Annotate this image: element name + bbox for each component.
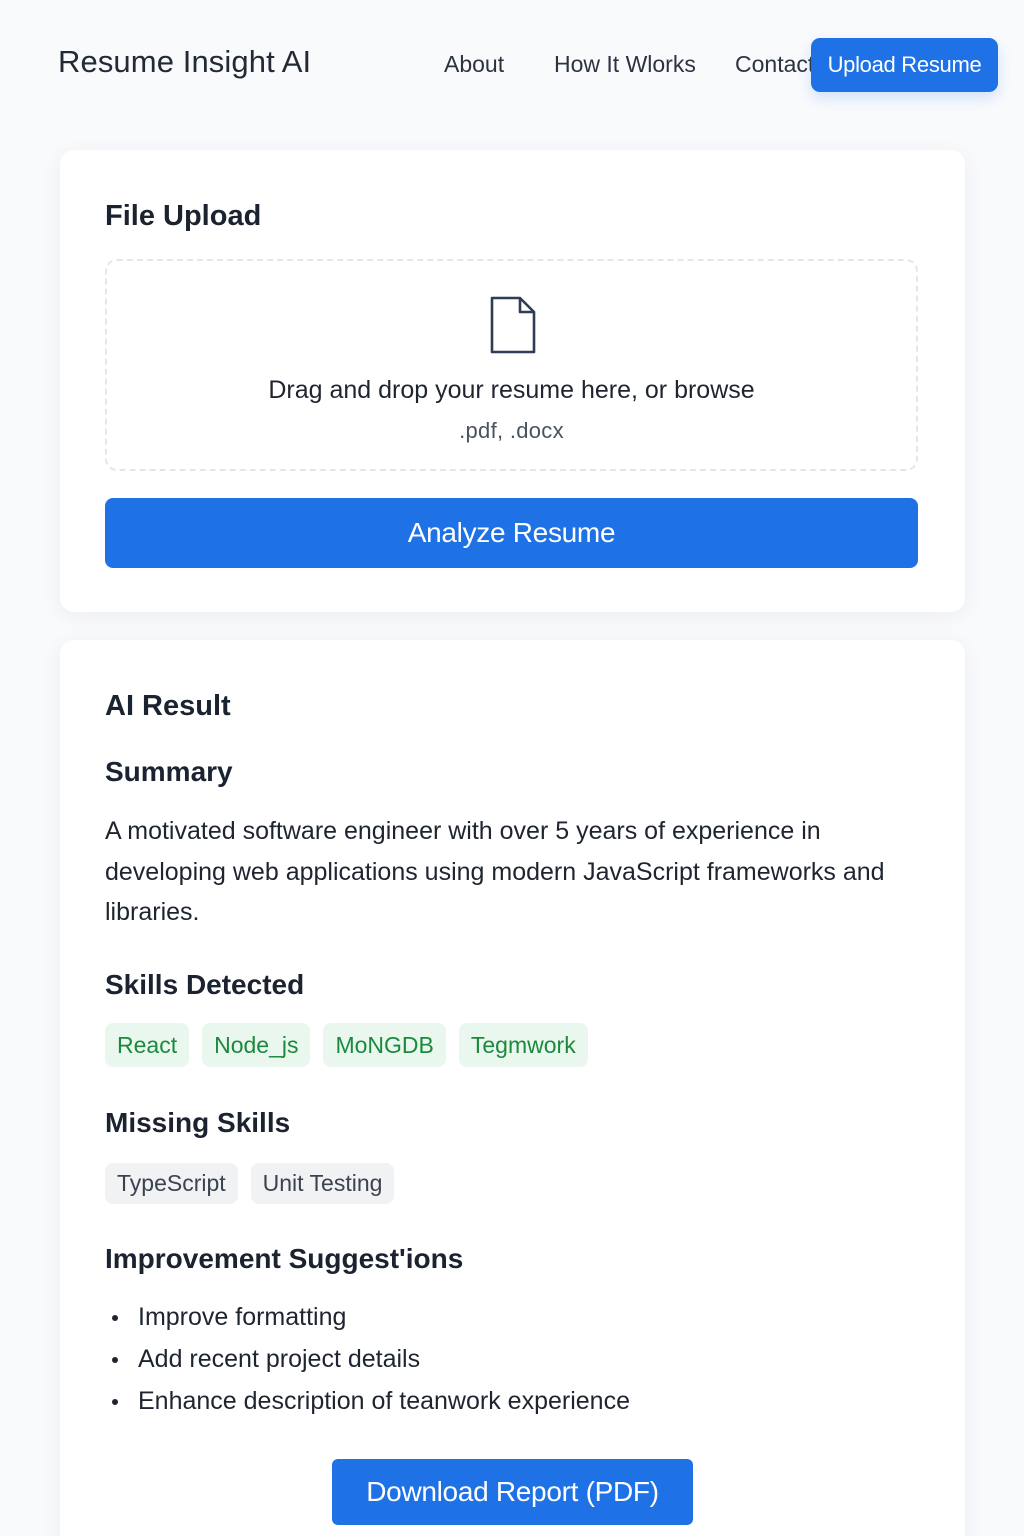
improvement-suggestions-heading: Improvement Suggest'ions [105,1243,464,1274]
upload-resume-button[interactable]: Upload Resume [811,38,998,92]
suggestion-item: Add recent project details [105,1338,630,1380]
top-nav: Resume Insight AI About How It Wlorks Co… [0,0,1024,120]
download-report-button[interactable]: Download Report (PDF) [332,1459,693,1525]
nav-link-about[interactable]: About [444,51,504,78]
ai-result-card: AI Result Summary A motivated software e… [60,640,965,1536]
brand-title: Resume Insight AI [58,44,312,79]
missing-skills-list: TypeScript Unit Testing [105,1163,395,1204]
dropzone-instructions: Drag and drop your resume here, or brows… [268,376,755,404]
skills-detected-heading: Skills Detected [105,969,305,1000]
nav-link-contact[interactable]: Contact [735,51,815,78]
page: Resume Insight AI About How It Wlorks Co… [0,0,1024,1536]
analyze-resume-button[interactable]: Analyze Resume [105,498,918,568]
missing-skill-chip: TypeScript [105,1163,238,1204]
resume-dropzone[interactable]: Drag and drop your resume here, or brows… [105,259,918,471]
file-upload-card: File Upload Drag and drop your resume he… [60,150,965,612]
skill-chip: React [105,1023,190,1067]
suggestion-item: Improve formatting [105,1296,630,1338]
skill-chip: MoNGDB [323,1023,446,1067]
improvement-suggestions-list: Improve formatting Add recent project de… [105,1296,630,1422]
summary-heading: Summary [105,756,233,787]
skills-detected-list: React Node_js MoNGDB Tegmwork [105,1023,588,1067]
missing-skills-heading: Missing Skills [105,1107,291,1138]
summary-text: A motivated software engineer with over … [105,817,885,926]
ai-result-title: AI Result [105,690,231,722]
nav-link-how-it-works[interactable]: How It Wlorks [554,51,696,78]
missing-skill-chip: Unit Testing [250,1163,395,1204]
file-upload-title: File Upload [105,200,262,232]
file-icon [490,296,536,354]
suggestion-item: Enhance description of teanwork experien… [105,1380,630,1422]
accepted-file-types: .pdf, .docx [459,418,564,443]
skill-chip: Node_js [202,1023,311,1067]
skill-chip: Tegmwork [458,1023,588,1067]
